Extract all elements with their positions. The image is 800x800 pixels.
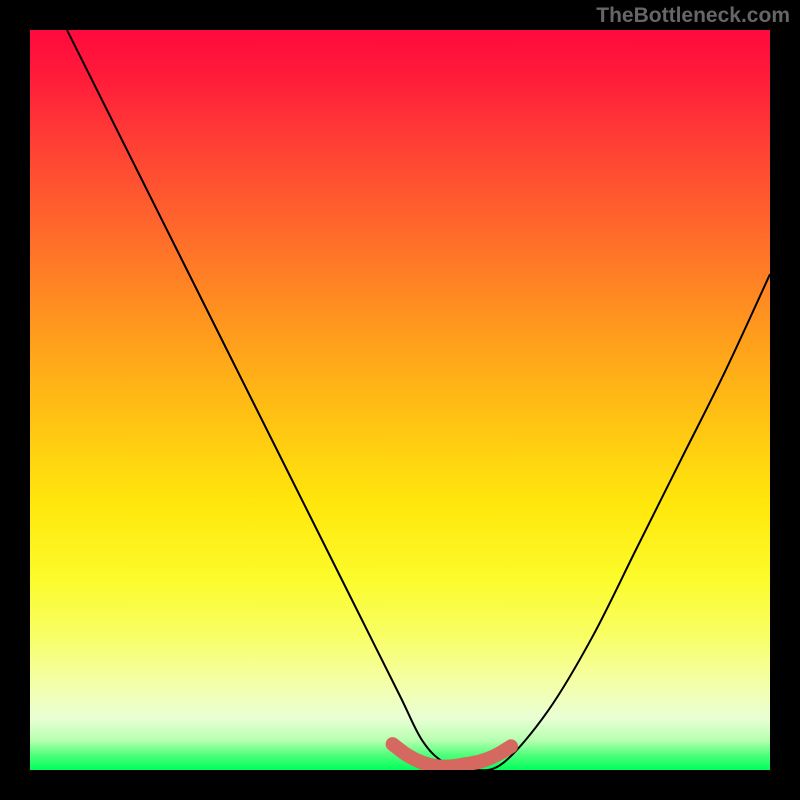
watermark: TheBottleneck.com <box>596 4 790 28</box>
main-curve-path <box>67 30 770 770</box>
chart-svg <box>30 30 770 770</box>
valley-overlay-path <box>393 744 511 767</box>
chart-plot-area <box>30 30 770 770</box>
